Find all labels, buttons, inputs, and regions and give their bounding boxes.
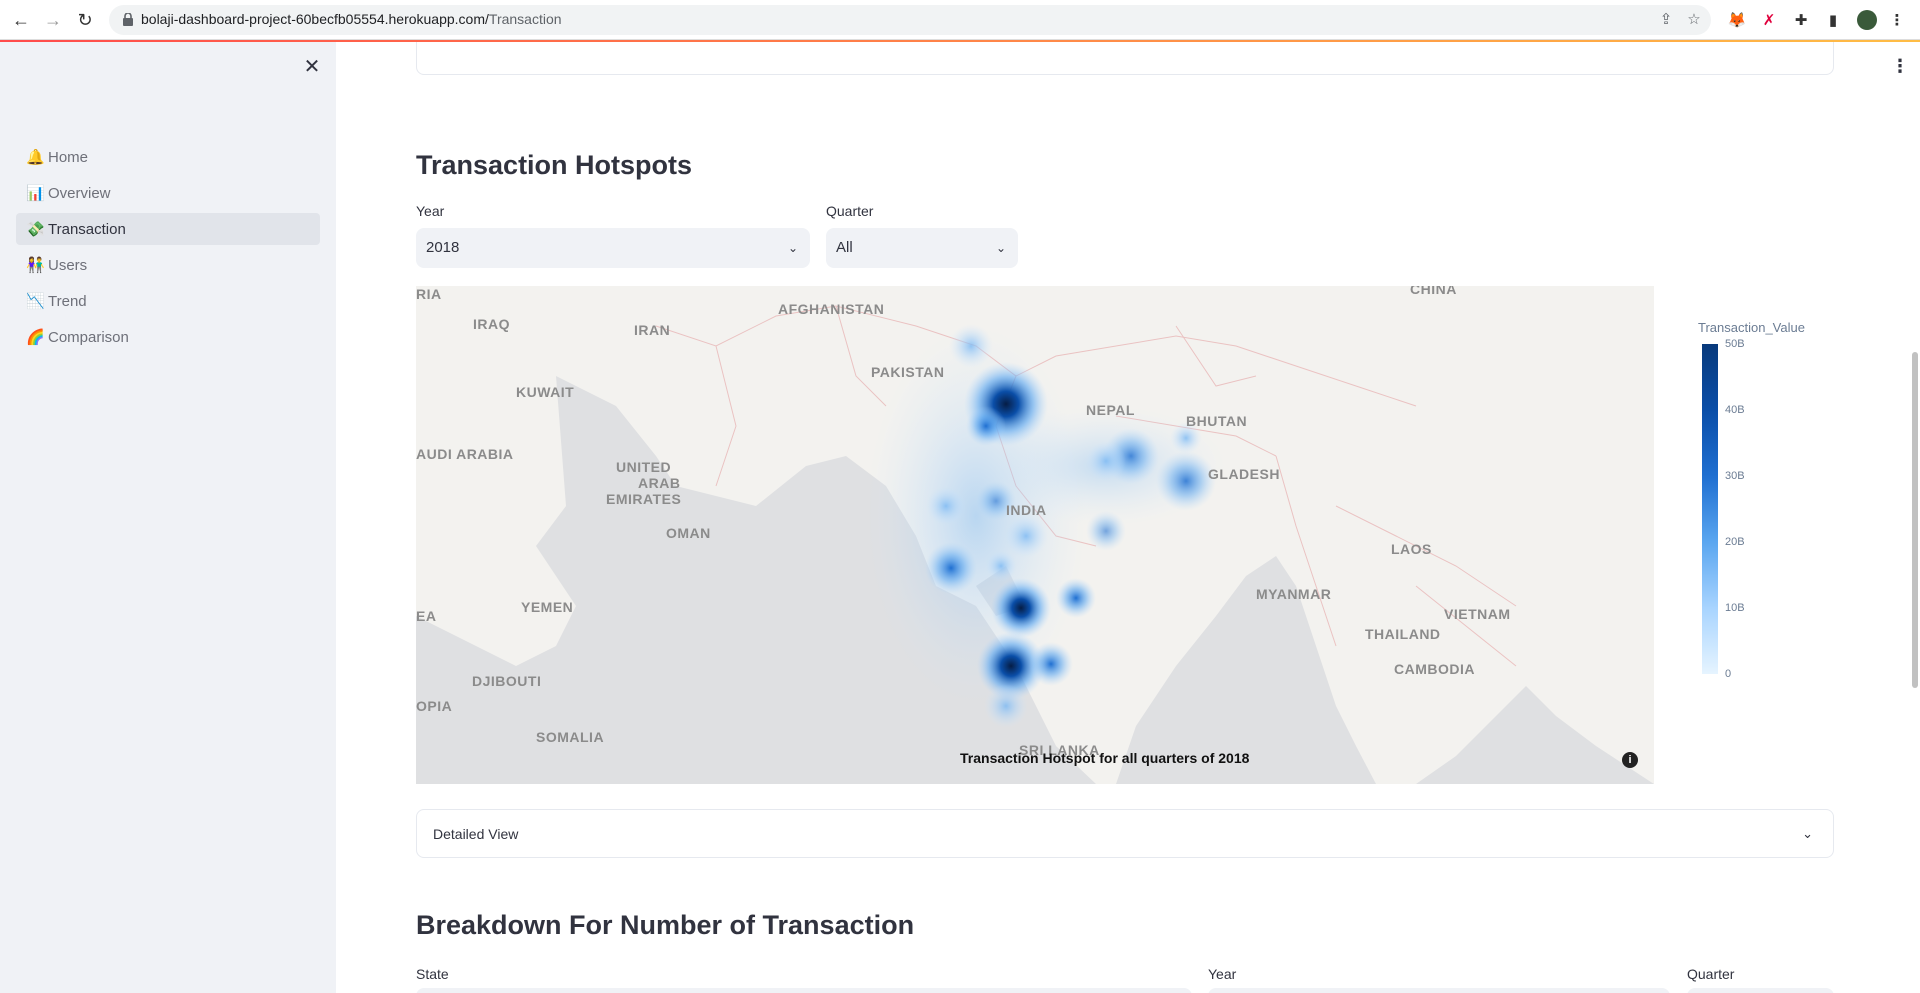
- detailed-view-expander[interactable]: Detailed View ⌄: [416, 809, 1834, 858]
- map-basemap: [416, 305, 1654, 784]
- quarter-label: Quarter: [826, 203, 874, 219]
- close-sidebar-icon[interactable]: ✕: [301, 56, 323, 78]
- hotspot-map[interactable]: RIA IRAQ IRAN AFGHANISTAN PAKISTAN CHINA…: [416, 286, 1654, 784]
- bell-icon: 🔔: [26, 149, 45, 166]
- map-label: UNITED: [616, 459, 672, 475]
- map-label: THAILAND: [1365, 626, 1441, 642]
- map-label: IRAQ: [473, 316, 510, 332]
- x-extension-icon[interactable]: ✗: [1758, 9, 1780, 31]
- expander-label: Detailed View: [433, 826, 519, 842]
- quarter-select-value: All: [836, 239, 853, 256]
- url-text: bolaji-dashboard-project-60becfb05554.he…: [141, 11, 562, 27]
- side-panel-icon[interactable]: ▮: [1822, 9, 1844, 31]
- address-bar[interactable]: bolaji-dashboard-project-60becfb05554.he…: [109, 5, 1711, 35]
- colorbar-title: Transaction_Value: [1698, 320, 1805, 335]
- chevron-down-icon: ⌄: [787, 241, 798, 255]
- sidebar-item-transaction[interactable]: 💸 Transaction: [16, 213, 320, 245]
- map-label: VIETNAM: [1444, 606, 1511, 622]
- map-label: OMAN: [666, 525, 711, 541]
- metamask-extension-icon[interactable]: 🦊: [1726, 9, 1748, 31]
- map-label: ARAB: [638, 475, 681, 491]
- scrollbar-thumb[interactable]: [1912, 352, 1918, 688]
- bar-chart-icon: 📊: [26, 185, 45, 202]
- reload-icon[interactable]: ↻: [73, 8, 97, 32]
- map-label: YEMEN: [521, 599, 574, 615]
- map-label: IRAN: [634, 322, 671, 338]
- sidebar-item-label: Comparison: [48, 328, 129, 346]
- map-label: BHUTAN: [1186, 413, 1248, 429]
- map-label: RIA: [416, 286, 442, 302]
- map-label: NEPAL: [1086, 402, 1135, 418]
- colorbar-tick: 10B: [1725, 602, 1745, 614]
- lock-icon: [123, 13, 133, 26]
- map-label: CAMBODIA: [1394, 661, 1475, 677]
- url-host: bolaji-dashboard-project-60becfb05554.he…: [141, 11, 489, 27]
- year-label: Year: [416, 203, 445, 219]
- sidebar: ✕ 🔔 Home 📊 Overview 💸 Transaction 👫 User…: [0, 42, 336, 993]
- year-select[interactable]: 2018 ⌄: [416, 228, 810, 268]
- trend-icon: 📉: [26, 293, 45, 310]
- colorbar-tick: 50B: [1725, 338, 1745, 350]
- map-label: OPIA: [416, 698, 453, 714]
- state-select[interactable]: [416, 988, 1192, 993]
- bookmark-star-icon[interactable]: ☆: [1685, 11, 1703, 29]
- sidebar-item-label: Overview: [48, 184, 111, 202]
- profile-avatar[interactable]: [1856, 9, 1878, 31]
- colorbar-tick: 0: [1725, 668, 1732, 680]
- app-menu-icon[interactable]: ⋮: [1891, 56, 1909, 77]
- forward-icon[interactable]: →: [41, 8, 65, 32]
- map-label: LAOS: [1391, 541, 1432, 557]
- users-icon: 👫: [26, 257, 45, 274]
- sidebar-nav: 🔔 Home 📊 Overview 💸 Transaction 👫 Users …: [16, 141, 320, 357]
- browser-menu-icon[interactable]: ⋮: [1886, 9, 1908, 31]
- extensions-puzzle-icon[interactable]: ✚: [1790, 9, 1812, 31]
- map-label: GLADESH: [1208, 466, 1280, 482]
- map-label: MYANMAR: [1256, 586, 1332, 602]
- map-label: INDIA: [1006, 502, 1047, 518]
- share-icon[interactable]: ⇪: [1657, 11, 1675, 29]
- year-select-value: 2018: [426, 239, 460, 256]
- state-label: State: [416, 966, 449, 982]
- previous-section-container: [416, 42, 1834, 75]
- colorbar-tick: 20B: [1725, 536, 1745, 548]
- browser-toolbar: ← → ↻ bolaji-dashboard-project-60becfb05…: [0, 0, 1920, 40]
- sidebar-item-users[interactable]: 👫 Users: [16, 249, 320, 281]
- sidebar-item-overview[interactable]: 📊 Overview: [16, 177, 320, 209]
- chevron-down-icon: ⌄: [1802, 826, 1813, 841]
- main-content: Transaction Hotspots Year 2018 ⌄ Quarter…: [336, 42, 1920, 993]
- map-label: SOMALIA: [536, 729, 605, 745]
- map-label: AFGHANISTAN: [778, 301, 885, 317]
- sidebar-item-label: Home: [48, 148, 89, 166]
- chevron-down-icon: ⌄: [995, 241, 1006, 255]
- breakdown-heading: Breakdown For Number of Transaction: [416, 910, 915, 940]
- breakdown-year-label: Year: [1208, 966, 1237, 982]
- sidebar-item-home[interactable]: 🔔 Home: [16, 141, 320, 173]
- info-icon[interactable]: i: [1622, 752, 1638, 768]
- sidebar-item-label: Transaction: [48, 220, 126, 238]
- rainbow-icon: 🌈: [26, 329, 45, 346]
- url-path: Transaction: [488, 11, 562, 27]
- money-icon: 💸: [26, 221, 45, 238]
- map-label: PAKISTAN: [871, 364, 945, 380]
- colorbar: [1702, 344, 1718, 674]
- quarter-select[interactable]: All ⌄: [826, 228, 1018, 268]
- colorbar-tick: 30B: [1725, 470, 1745, 482]
- map-title: Transaction Hotspot for all quarters of …: [960, 750, 1250, 766]
- sidebar-item-label: Users: [48, 256, 88, 274]
- map-label: EMIRATES: [606, 491, 682, 507]
- sidebar-item-comparison[interactable]: 🌈 Comparison: [16, 321, 320, 353]
- sidebar-item-label: Trend: [48, 292, 87, 310]
- sidebar-item-trend[interactable]: 📉 Trend: [16, 285, 320, 317]
- breakdown-quarter-select[interactable]: [1687, 988, 1834, 993]
- map-label: KUWAIT: [516, 384, 575, 400]
- breakdown-quarter-label: Quarter: [1687, 966, 1735, 982]
- colorbar-tick: 40B: [1725, 404, 1745, 416]
- breakdown-year-select[interactable]: [1208, 988, 1670, 993]
- page-title: Transaction Hotspots: [416, 150, 693, 180]
- map-label: AUDI ARABIA: [416, 446, 514, 462]
- back-icon[interactable]: ←: [9, 8, 33, 32]
- map-label: EA: [416, 608, 437, 624]
- map-label: DJIBOUTI: [472, 673, 542, 689]
- map-label: CHINA: [1410, 286, 1457, 297]
